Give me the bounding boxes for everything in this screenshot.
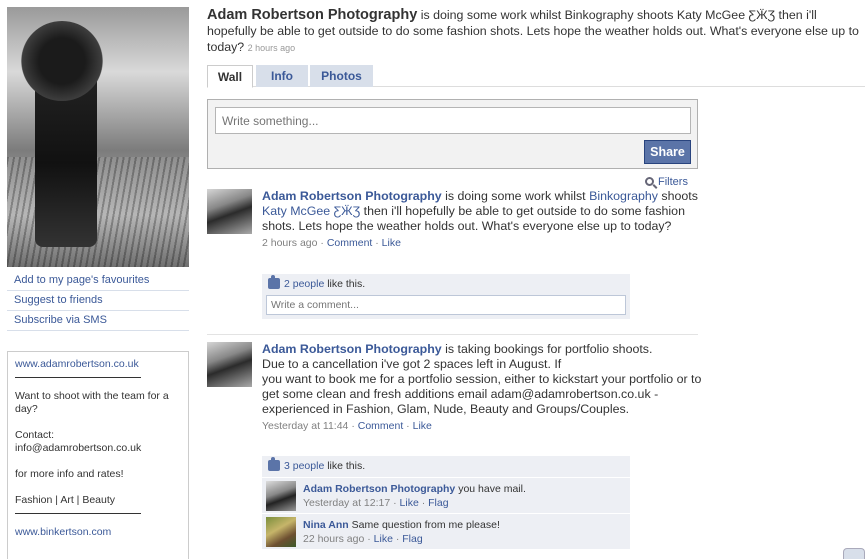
- comment-flag-link[interactable]: Flag: [428, 497, 448, 509]
- tab-bar: Wall Info Photos: [207, 65, 865, 88]
- story-timestamp: Yesterday at 11:44: [262, 420, 349, 432]
- contact-email: info@adamrobertson.co.uk: [15, 442, 142, 454]
- filters-label: Filters: [658, 176, 688, 188]
- avatar[interactable]: [207, 189, 252, 234]
- mention-link[interactable]: Katy McGee ƸӜƷ: [262, 204, 360, 218]
- comment-text: Same question from me please!: [351, 519, 500, 531]
- share-button[interactable]: Share: [644, 140, 691, 164]
- story-author[interactable]: Adam Robertson Photography: [262, 342, 442, 356]
- genres-text: Fashion | Art | Beauty: [15, 494, 116, 506]
- comment-body: Adam Robertson Photography you have mail…: [303, 483, 526, 509]
- profile-links: Add to my page's favourites Suggest to f…: [7, 271, 189, 331]
- profile-picture[interactable]: [7, 7, 189, 267]
- chat-icon[interactable]: [843, 548, 865, 559]
- story-meta: 2 hours ago · Comment · Like: [262, 237, 401, 249]
- page-title[interactable]: Adam Robertson Photography: [207, 7, 417, 23]
- mention-link[interactable]: Binkography: [589, 189, 658, 203]
- story-text: is doing some work whilst: [445, 189, 586, 203]
- magnifier-icon: [645, 177, 654, 186]
- comment: Adam Robertson Photography you have mail…: [262, 477, 630, 513]
- comment-text: you have mail.: [458, 483, 526, 495]
- story-divider: [207, 334, 698, 335]
- comment-author[interactable]: Adam Robertson Photography: [303, 483, 455, 495]
- comment-link[interactable]: Comment: [358, 420, 404, 432]
- avatar[interactable]: [207, 342, 252, 387]
- photo-hair: [21, 21, 103, 101]
- likes-count-link[interactable]: 2 people: [284, 278, 324, 290]
- like-link[interactable]: Like: [382, 237, 401, 249]
- status-input[interactable]: [215, 107, 691, 134]
- tab-info[interactable]: Info: [256, 65, 308, 87]
- info-box: www.adamrobertson.co.uk Want to shoot wi…: [7, 351, 189, 559]
- website-link[interactable]: www.adamrobertson.co.uk: [15, 358, 181, 371]
- likes-box: 2 people like this.: [262, 274, 630, 319]
- comment-like-link[interactable]: Like: [400, 497, 419, 509]
- suggest-to-friends-link[interactable]: Suggest to friends: [7, 291, 189, 311]
- contact-label: Contact:: [15, 429, 55, 441]
- like-link[interactable]: Like: [413, 420, 432, 432]
- comment-like-link[interactable]: Like: [374, 533, 393, 545]
- comment-input[interactable]: [266, 295, 626, 315]
- likes-suffix: like this.: [327, 460, 366, 472]
- page-header: Adam Robertson Photography is doing some…: [207, 7, 859, 56]
- likes-suffix: like this.: [327, 278, 366, 290]
- comment-avatar[interactable]: [266, 481, 296, 511]
- comment-flag-link[interactable]: Flag: [402, 533, 422, 545]
- story-body: Adam Robertson Photography is taking boo…: [262, 342, 702, 433]
- likes-count-link[interactable]: 3 people: [284, 460, 324, 472]
- header-timestamp: 2 hours ago: [247, 43, 296, 53]
- story-author[interactable]: Adam Robertson Photography: [262, 189, 442, 203]
- add-to-favourites-link[interactable]: Add to my page's favourites: [7, 271, 189, 291]
- story-meta: Yesterday at 11:44 · Comment · Like: [262, 420, 432, 432]
- story: Adam Robertson Photography is taking boo…: [207, 342, 701, 559]
- story-text: Due to a cancellation i've got 2 spaces …: [262, 357, 562, 371]
- comment-timestamp: Yesterday at 12:17: [303, 497, 391, 509]
- story-timestamp: 2 hours ago: [262, 237, 318, 249]
- story: Adam Robertson Photography is doing some…: [207, 189, 698, 329]
- comment-avatar[interactable]: [266, 517, 296, 547]
- comment-author[interactable]: Nina Ann: [303, 519, 349, 531]
- thumbs-up-icon: [268, 457, 280, 471]
- filters-link[interactable]: Filters: [645, 176, 688, 188]
- status-composer: Share: [207, 99, 698, 169]
- info-blurb: Want to shoot with the team for a day?: [15, 390, 169, 415]
- website2-link[interactable]: www.binkertson.com: [15, 526, 181, 539]
- left-column: Add to my page's favourites Suggest to f…: [7, 7, 189, 559]
- story-text: you want to book me for a portfolio sess…: [262, 372, 702, 416]
- subscribe-sms-link[interactable]: Subscribe via SMS: [7, 311, 189, 331]
- story-text: shoots: [661, 189, 698, 203]
- tab-wall[interactable]: Wall: [207, 65, 253, 88]
- more-info-text: for more info and rates!: [15, 468, 124, 480]
- comment-body: Nina Ann Same question from me please! 2…: [303, 519, 500, 545]
- like-summary: 2 people like this.: [262, 274, 630, 295]
- story-text: is taking bookings for portfolio shoots.: [445, 342, 653, 356]
- comment-timestamp: 22 hours ago: [303, 533, 365, 545]
- tab-photos[interactable]: Photos: [310, 65, 373, 87]
- story-body: Adam Robertson Photography is doing some…: [262, 189, 702, 250]
- comment: Nina Ann Same question from me please! 2…: [262, 513, 630, 549]
- likes-box: 3 people like this. Adam Robertson Photo…: [262, 456, 630, 549]
- thumbs-up-icon: [268, 275, 280, 289]
- like-summary: 3 people like this.: [262, 456, 630, 477]
- divider: [15, 377, 141, 378]
- comment-link[interactable]: Comment: [327, 237, 373, 249]
- divider: [15, 513, 141, 514]
